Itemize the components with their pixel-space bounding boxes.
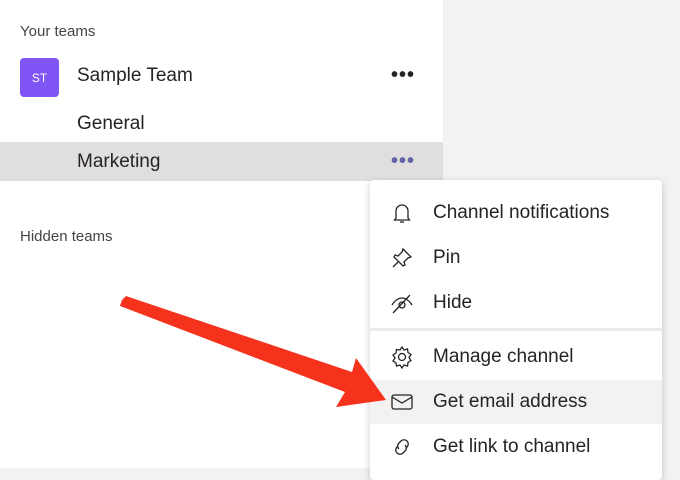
menu-item-label: Channel notifications xyxy=(433,202,610,223)
team-name[interactable]: Sample Team xyxy=(77,65,193,87)
pin-icon xyxy=(392,247,413,268)
team-more-options-button[interactable]: ••• xyxy=(391,64,415,87)
bell-icon xyxy=(393,204,411,223)
channel-context-menu: Channel notifications Pin Hide Manage ch… xyxy=(370,180,662,480)
channel-label: Marketing xyxy=(77,151,161,172)
menu-item-get-email-address[interactable]: Get email address xyxy=(370,380,662,424)
menu-item-label: Get email address xyxy=(433,391,588,412)
menu-item-manage-channel[interactable]: Manage channel xyxy=(370,335,662,379)
channel-item-general[interactable]: General xyxy=(0,104,443,143)
channel-item-marketing[interactable]: Marketing ••• xyxy=(0,142,443,181)
channel-more-options-button[interactable]: ••• xyxy=(391,150,415,173)
menu-item-pin[interactable]: Pin xyxy=(370,236,662,280)
menu-divider xyxy=(370,328,662,331)
team-avatar: ST xyxy=(20,58,59,97)
menu-item-label: Hide xyxy=(433,292,473,313)
your-teams-heading: Your teams xyxy=(20,23,96,40)
menu-item-get-link-to-channel[interactable]: Get link to channel xyxy=(370,425,662,469)
mail-icon xyxy=(391,394,413,410)
hide-icon xyxy=(391,294,413,314)
channel-label: General xyxy=(77,113,145,134)
menu-item-hide[interactable]: Hide xyxy=(370,281,662,325)
menu-item-channel-notifications[interactable]: Channel notifications xyxy=(370,191,662,235)
menu-item-label: Manage channel xyxy=(433,346,574,367)
link-icon xyxy=(395,439,409,455)
menu-item-label: Pin xyxy=(433,247,461,268)
gear-icon xyxy=(392,345,412,369)
menu-item-label: Get link to channel xyxy=(433,436,591,457)
hidden-teams-heading[interactable]: Hidden teams xyxy=(20,228,113,245)
